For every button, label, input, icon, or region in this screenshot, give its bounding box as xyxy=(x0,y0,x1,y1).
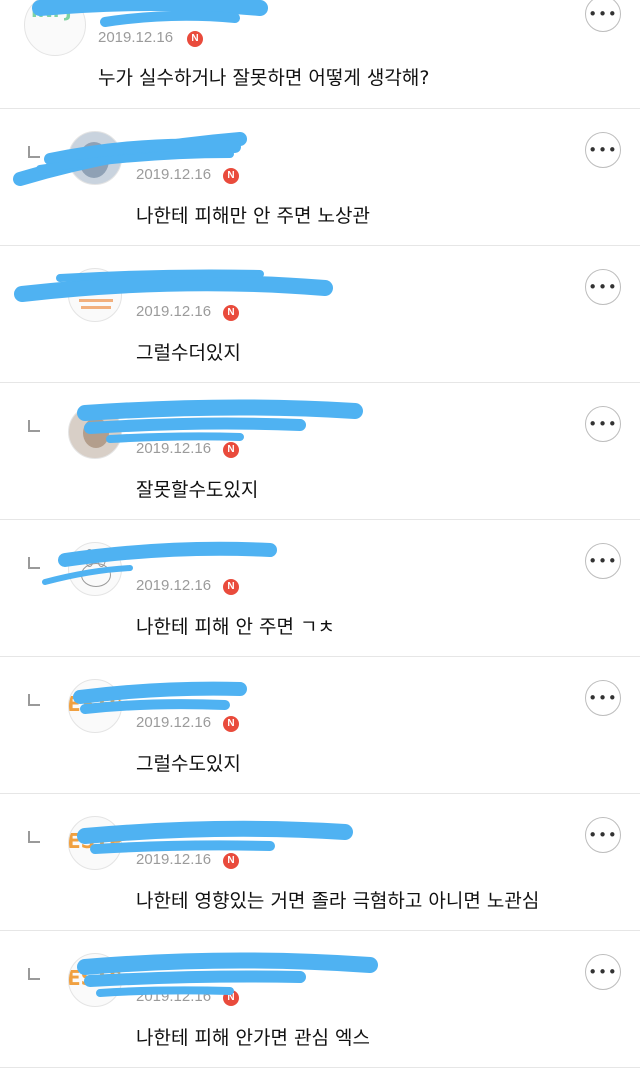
comment-text: 그럴수도있지 xyxy=(136,753,241,775)
avatar-label: ESTP xyxy=(68,692,122,716)
reply-arrow-icon xyxy=(28,694,40,706)
avatar-label: ESTP xyxy=(68,966,122,990)
comment-text: 나한테 피해만 안 주면 노상관 xyxy=(136,205,370,227)
more-horizontal-icon[interactable]: ••• xyxy=(585,269,621,305)
new-badge-icon: N xyxy=(223,305,239,321)
more-horizontal-icon[interactable]: ••• xyxy=(585,543,621,579)
avatar[interactable] xyxy=(68,268,122,322)
new-badge-icon: N xyxy=(223,168,239,184)
new-badge-icon: N xyxy=(223,442,239,458)
new-badge-icon: N xyxy=(223,716,239,732)
comment-text: 나한테 피해 안가면 관심 엑스 xyxy=(136,1027,370,1049)
comment-text: 나한테 피해 안 주면 ㄱㅊ xyxy=(136,616,335,638)
more-horizontal-icon[interactable]: ••• xyxy=(585,680,621,716)
reply-arrow-icon xyxy=(28,420,40,432)
avatar[interactable] xyxy=(68,542,122,596)
more-horizontal-icon[interactable]: ••• xyxy=(585,954,621,990)
comment-item: ESTP 2019.12.16 N 나한테 영향있는 거면 졸라 극혐하고 아니… xyxy=(0,794,640,931)
comment-date: 2019.12.16 xyxy=(136,577,212,594)
avatar[interactable]: ESTP xyxy=(68,953,122,1007)
comment-item: 2019.12.16 N 그럴수더있지 ••• xyxy=(0,246,640,383)
comment-text: 누가 실수하거나 잘못하면 어떻게 생각해? xyxy=(98,67,430,89)
comment-item: ESTP 2019.12.16 N 나한테 피해 안가면 관심 엑스 ••• xyxy=(0,931,640,1068)
comment-item: ESTP 2019.12.16 N 그럴수도있지 ••• xyxy=(0,657,640,794)
avatar[interactable]: ESTP xyxy=(68,816,122,870)
reply-arrow-icon xyxy=(28,968,40,980)
avatar[interactable]: INFJ xyxy=(24,0,86,56)
more-horizontal-icon[interactable]: ••• xyxy=(585,817,621,853)
comment-item: 2019.12.16 N 잘못할수도있지 ••• xyxy=(0,383,640,520)
comment-text: 잘못할수도있지 xyxy=(136,479,259,501)
more-horizontal-icon[interactable]: ••• xyxy=(585,132,621,168)
comment-date: 2019.12.16 xyxy=(136,851,212,868)
new-badge-icon: N xyxy=(223,853,239,869)
comment-date: 2019.12.16 xyxy=(136,988,212,1005)
comment-date: 2019.12.16 xyxy=(136,714,212,731)
new-badge-icon: N xyxy=(223,990,239,1006)
more-horizontal-icon[interactable]: ••• xyxy=(585,0,621,32)
new-badge-icon: N xyxy=(223,579,239,595)
reply-arrow-icon xyxy=(28,146,40,158)
avatar-label: INFJ xyxy=(31,1,72,22)
comment-date: 2019.12.16 xyxy=(98,29,174,46)
comment-item: 2019.12.16 N 나한테 피해만 안 주면 노상관 ••• xyxy=(0,109,640,246)
redaction-scribble xyxy=(32,0,268,27)
avatar[interactable]: ESTP xyxy=(68,679,122,733)
comment-text: 나한테 영향있는 거면 졸라 극혐하고 아니면 노관심 xyxy=(136,890,540,912)
more-horizontal-icon[interactable]: ••• xyxy=(585,406,621,442)
avatar-label: ESTP xyxy=(68,829,122,853)
comment-date: 2019.12.16 xyxy=(136,440,212,457)
comment-item: INFJ 2019.12.16 N 누가 실수하거나 잘못하면 어떻게 생각해?… xyxy=(0,0,640,109)
comment-item: 2019.12.16 N 나한테 피해 안 주면 ㄱㅊ ••• xyxy=(0,520,640,657)
comment-text: 그럴수더있지 xyxy=(136,342,241,364)
reply-arrow-icon xyxy=(28,831,40,843)
reply-arrow-icon xyxy=(28,557,40,569)
comment-date: 2019.12.16 xyxy=(136,303,212,320)
comment-date: 2019.12.16 xyxy=(136,166,212,183)
avatar[interactable] xyxy=(68,131,122,185)
new-badge-icon: N xyxy=(187,31,203,47)
avatar[interactable] xyxy=(68,405,122,459)
